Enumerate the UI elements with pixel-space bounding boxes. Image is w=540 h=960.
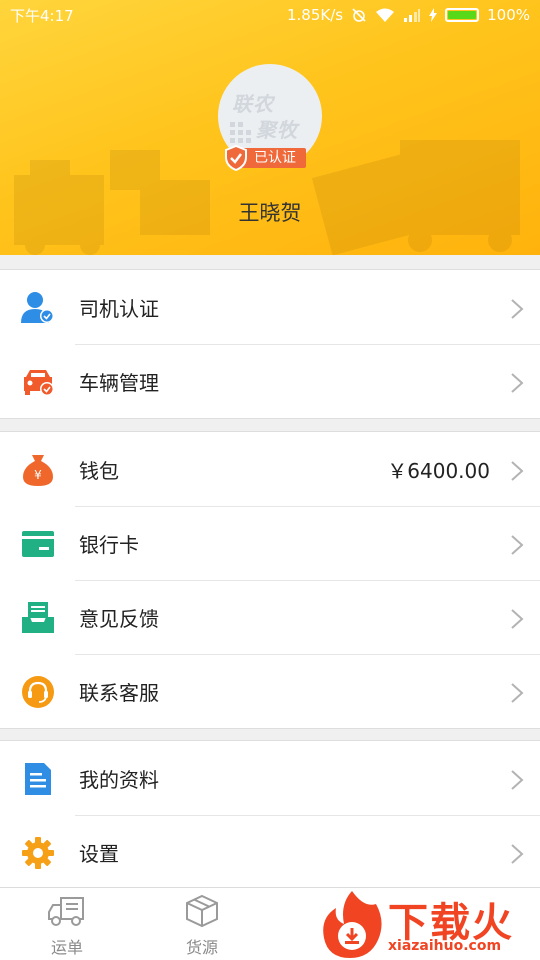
feedback-tray-icon — [22, 602, 54, 633]
chevron-right-icon — [511, 373, 524, 393]
menu-item-vehicle-management[interactable]: 车辆管理 — [0, 344, 540, 418]
box-icon — [186, 894, 218, 928]
menu-label: 司机认证 — [79, 296, 159, 321]
driver-user-check-icon — [21, 292, 54, 323]
menu-group-account: 司机认证 车辆管理 — [0, 269, 540, 419]
menu-item-bank-card[interactable]: 银行卡 — [0, 506, 540, 580]
battery-icon — [445, 8, 480, 22]
menu-label: 我的资料 — [79, 767, 159, 792]
flame-logo-icon — [323, 891, 382, 958]
watermark-url: xiazaihuo.com — [388, 938, 502, 954]
money-bag-icon: ¥ — [23, 455, 53, 486]
menu-label: 设置 — [79, 841, 119, 866]
avatar-logo-dots — [230, 122, 251, 143]
nav-tab-cargo[interactable]: 货源 — [167, 894, 237, 958]
menu-item-my-profile[interactable]: 我的资料 — [0, 741, 540, 815]
menu-label: 车辆管理 — [79, 370, 159, 395]
menu-item-driver-verification[interactable]: 司机认证 — [0, 270, 540, 344]
menu-group-profile: 我的资料 设置 — [0, 740, 540, 890]
menu-item-customer-service[interactable]: 联系客服 — [0, 654, 540, 728]
shield-check-icon — [225, 145, 247, 171]
chevron-right-icon — [511, 844, 524, 864]
nav-tab-waybill[interactable]: 运单 — [32, 894, 102, 958]
menu-label: 意见反馈 — [79, 606, 159, 631]
truck-icon — [48, 897, 84, 926]
svg-text:¥: ¥ — [34, 468, 42, 482]
network-speed: 1.85K/s — [287, 6, 344, 24]
chevron-right-icon — [511, 609, 524, 629]
signal-icon — [404, 9, 421, 22]
document-icon — [25, 763, 51, 795]
profile-header: 下午4:17 1.85K/s 100% 联农 聚牧 已认证 王晓贺 — [0, 0, 540, 255]
avatar-logo-line1: 联农 — [232, 92, 274, 116]
chevron-right-icon — [511, 461, 524, 481]
menu-label: 钱包 — [79, 458, 119, 483]
menu-item-wallet[interactable]: ¥ 钱包 ￥6400.00 — [0, 432, 540, 506]
username: 王晓贺 — [238, 201, 302, 225]
menu-group-finance: ¥ 钱包 ￥6400.00 银行卡 意见反馈 联系客服 — [0, 431, 540, 729]
status-right: 1.85K/s 100% — [287, 6, 530, 24]
menu-item-feedback[interactable]: 意见反馈 — [0, 580, 540, 654]
menu-label: 联系客服 — [79, 680, 159, 705]
gear-icon — [22, 837, 54, 869]
verified-badge: 已认证 — [224, 145, 314, 171]
chevron-right-icon — [511, 299, 524, 319]
headset-icon — [22, 676, 54, 708]
charging-icon — [429, 8, 438, 22]
alarm-off-icon — [352, 8, 366, 22]
menu-label: 银行卡 — [79, 532, 139, 557]
bank-card-icon — [22, 531, 54, 557]
menu-item-settings[interactable]: 设置 — [0, 815, 540, 889]
chevron-right-icon — [511, 683, 524, 703]
wifi-icon — [376, 8, 395, 22]
nav-label: 货源 — [185, 938, 218, 957]
chevron-right-icon — [511, 770, 524, 790]
status-time: 下午4:17 — [10, 6, 74, 25]
avatar-logo-line2: 聚牧 — [256, 118, 298, 142]
wallet-balance: ￥6400.00 — [387, 458, 490, 483]
nav-label: 运单 — [50, 938, 83, 957]
watermark: 下载火 xiazaihuo.com — [318, 888, 540, 960]
chevron-right-icon — [511, 535, 524, 555]
battery-percent: 100% — [487, 6, 530, 24]
verified-label: 已认证 — [238, 148, 306, 168]
car-check-icon — [24, 370, 54, 396]
status-bar: 下午4:17 1.85K/s 100% — [0, 0, 540, 30]
